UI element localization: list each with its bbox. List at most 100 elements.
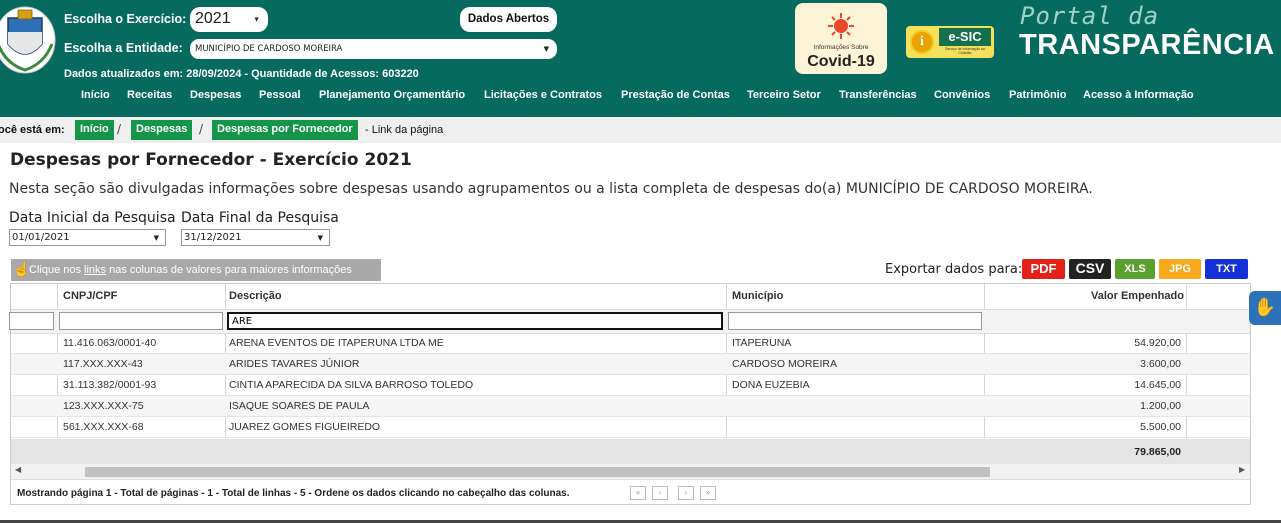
pager: Mostrando página 1 - Total de páginas - … <box>11 479 1250 504</box>
site-header: Escolha o Exercício: 2021 ▼ Escolha a En… <box>0 0 1281 117</box>
nav-item-planejamento[interactable]: Planejamento Orçamentário <box>319 89 465 101</box>
chevron-down-icon: ▼ <box>253 16 260 23</box>
header-valor[interactable]: Valor Empenhado <box>1091 284 1184 309</box>
portal-small-title: Portal da <box>1020 2 1160 30</box>
year-value: 2021 <box>195 10 231 27</box>
page-description: Nesta seção são divulgadas informações s… <box>9 181 1093 197</box>
first-page-button[interactable]: « <box>630 486 646 500</box>
dados-abertos-button[interactable]: Dados Abertos <box>460 7 557 32</box>
year-label: Escolha o Exercício: <box>64 12 187 26</box>
export-label: Exportar dados para: <box>885 262 1023 277</box>
filter-row: ARE <box>9 309 1250 334</box>
nav-item-acesso[interactable]: Acesso à Informação <box>1083 89 1194 101</box>
export-csv-button[interactable]: CSV <box>1069 259 1111 279</box>
prev-page-button[interactable]: ‹ <box>652 486 668 500</box>
header-municipio[interactable]: Município <box>732 284 783 309</box>
end-date-select[interactable]: 31/12/2021 ▼ <box>181 229 330 246</box>
hint-text-before: Clique nos <box>29 264 85 276</box>
covid-small-text: Informações Sobre <box>813 44 869 51</box>
breadcrumb-item-despesas[interactable]: Despesas <box>131 120 193 140</box>
nav-item-convenios[interactable]: Convênios <box>934 89 990 101</box>
header-descricao[interactable]: Descrição <box>229 284 282 309</box>
nav-item-pessoal[interactable]: Pessoal <box>259 89 301 101</box>
cell-cnpj: 123.XXX.XXX-75 <box>63 400 144 412</box>
breadcrumb: ocê está em: Início / Despesas / Despesa… <box>0 117 1281 143</box>
header-cnpj[interactable]: CNPJ/CPF <box>63 284 117 309</box>
end-date-value: 31/12/2021 <box>184 232 242 243</box>
entity-select[interactable]: MUNICÍPIO DE CARDOSO MOREIRA ▼ <box>190 39 557 59</box>
filter-input-municipio[interactable] <box>728 312 982 330</box>
scroll-right-icon[interactable]: ▶ <box>1239 465 1245 474</box>
covid-big-text: Covid-19 <box>807 53 875 70</box>
cell-municipio: CARDOSO MOREIRA <box>732 358 838 370</box>
pager-info: Mostrando página 1 - Total de páginas - … <box>17 488 570 499</box>
scrollbar-thumb[interactable] <box>85 467 990 477</box>
chevron-down-icon: ▼ <box>153 233 159 242</box>
breadcrumb-separator: / <box>199 122 204 136</box>
cell-valor[interactable]: 54.920,00 <box>1081 337 1181 349</box>
filter-input-first[interactable] <box>9 312 54 330</box>
breadcrumb-item-fornecedor[interactable]: Despesas por Fornecedor <box>212 120 358 140</box>
cell-valor[interactable]: 1.200,00 <box>1081 400 1181 412</box>
cell-descricao: JUAREZ GOMES FIGUEIREDO <box>229 421 381 433</box>
export-pdf-button[interactable]: PDF <box>1022 259 1065 279</box>
entity-label: Escolha a Entidade: <box>64 41 183 55</box>
entity-value: MUNICÍPIO DE CARDOSO MOREIRA <box>195 44 343 54</box>
horizontal-scrollbar[interactable]: ◀ ▶ <box>11 464 1250 479</box>
table-row: 117.XXX.XXX-43 ARIDES TAVARES JÚNIOR CAR… <box>11 354 1250 375</box>
total-value: 79.865,00 <box>1134 446 1181 458</box>
hand-pointer-icon: ☝ <box>13 261 31 277</box>
covid-info-link[interactable]: Informações Sobre Covid-19 <box>795 3 887 74</box>
nav-item-transferencias[interactable]: Transferências <box>839 89 917 101</box>
nav-item-inicio[interactable]: Início <box>81 89 110 101</box>
nav-item-terceiro-setor[interactable]: Terceiro Setor <box>747 89 821 101</box>
chevron-down-icon: ▼ <box>317 233 323 242</box>
cell-cnpj: 31.113.382/0001-93 <box>63 379 157 391</box>
municipal-crest-logo <box>0 6 56 74</box>
filter-input-descricao[interactable]: ARE <box>227 312 723 330</box>
nav-item-patrimonio[interactable]: Patrimônio <box>1009 89 1066 101</box>
update-status: Dados atualizados em: 28/09/2024 - Quant… <box>64 68 419 80</box>
export-txt-button[interactable]: TXT <box>1205 259 1248 279</box>
cell-valor[interactable]: 3.600,00 <box>1081 358 1181 370</box>
hint-text-after: nas colunas de valores para maiores info… <box>106 264 352 276</box>
portal-big-title: TRANSPARÊNCIA <box>1019 29 1275 61</box>
cell-municipio: DONA EUZEBIA <box>732 379 810 391</box>
next-page-button[interactable]: › <box>678 486 694 500</box>
export-xls-button[interactable]: XLS <box>1115 259 1155 279</box>
filter-input-cnpj[interactable] <box>59 312 223 330</box>
breadcrumb-separator: / <box>117 122 122 136</box>
esic-label: e-SIC <box>939 28 991 46</box>
cell-valor[interactable]: 5.500,00 <box>1081 421 1181 433</box>
page-root: Escolha o Exercício: 2021 ▼ Escolha a En… <box>0 0 1281 523</box>
nav-item-despesas[interactable]: Despesas <box>190 89 241 101</box>
start-date-select[interactable]: 01/01/2021 ▼ <box>9 229 166 246</box>
values-hint: ☝ Clique nos links nas colunas de valore… <box>11 259 381 281</box>
cell-descricao: ARIDES TAVARES JÚNIOR <box>229 358 360 370</box>
cell-descricao: ARENA EVENTOS DE ITAPERUNA LTDA ME <box>229 337 444 349</box>
cell-valor[interactable]: 14.645,00 <box>1081 379 1181 391</box>
sign-language-icon[interactable]: ✋ <box>1249 291 1281 325</box>
hint-link[interactable]: links <box>84 264 106 276</box>
cell-cnpj: 561.XXX.XXX-68 <box>63 421 144 433</box>
export-jpg-button[interactable]: JPG <box>1159 259 1201 279</box>
last-page-button[interactable]: » <box>700 486 716 500</box>
cell-descricao: ISAQUE SOARES DE PAULA <box>229 400 370 412</box>
esic-subtitle: Serviço de Informação ao Cidadão <box>945 47 985 55</box>
page-title: Despesas por Fornecedor - Exercício 2021 <box>10 150 412 170</box>
page-link-text: - Link da página <box>365 124 444 136</box>
nav-item-receitas[interactable]: Receitas <box>127 89 172 101</box>
end-date-label: Data Final da Pesquisa <box>181 210 339 226</box>
breadcrumb-item-inicio[interactable]: Início <box>75 120 114 140</box>
esic-link[interactable]: i e-SIC Serviço de Informação ao Cidadão <box>906 26 994 58</box>
start-date-value: 01/01/2021 <box>12 232 70 243</box>
table-row: 11.416.063/0001-40 ARENA EVENTOS DE ITAP… <box>11 333 1250 354</box>
scroll-left-icon[interactable]: ◀ <box>15 465 21 474</box>
nav-item-licitacoes[interactable]: Licitações e Contratos <box>484 89 602 101</box>
table-row: 31.113.382/0001-93 CINTIA APARECIDA DA S… <box>11 375 1250 396</box>
breadcrumb-label: ocê está em: <box>0 124 65 136</box>
total-row: 79.865,00 <box>11 439 1250 464</box>
year-select[interactable]: 2021 ▼ <box>190 7 268 32</box>
nav-item-prestacao[interactable]: Prestação de Contas <box>621 89 730 101</box>
expenses-table: CNPJ/CPF Descrição Município Valor Empen… <box>9 283 1251 505</box>
